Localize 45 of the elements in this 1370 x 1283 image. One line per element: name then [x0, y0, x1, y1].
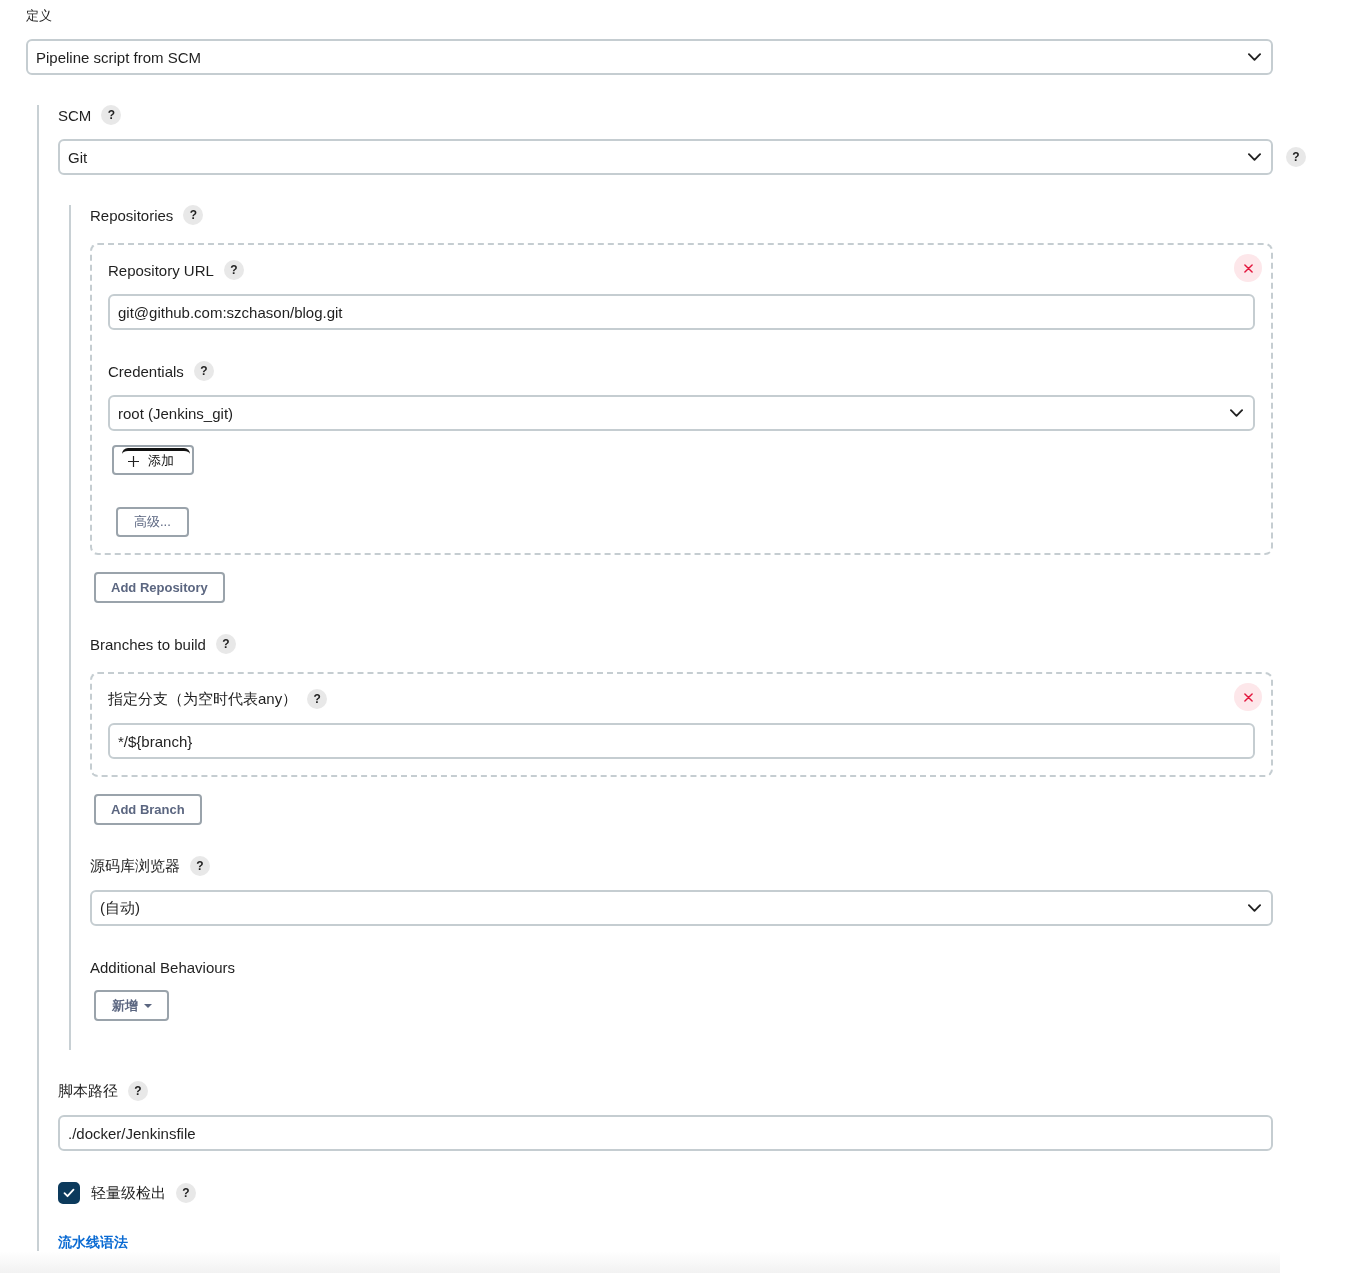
chevron-down-icon — [1230, 409, 1243, 417]
advanced-button[interactable]: 高级... — [116, 507, 189, 537]
branch-input[interactable]: */${branch} — [108, 723, 1255, 759]
add-branch-button[interactable]: Add Branch — [94, 794, 202, 825]
help-button[interactable]: ? — [176, 1183, 196, 1203]
browser-select[interactable]: (自动) — [90, 890, 1273, 926]
help-button[interactable]: ? — [1286, 147, 1306, 167]
field-label: 定义 — [26, 7, 52, 24]
help-button[interactable]: ? — [128, 1081, 148, 1101]
field-label: Repository URL — [108, 261, 214, 279]
help-button[interactable]: ? — [223, 260, 244, 280]
chevron-down-icon — [1248, 153, 1261, 161]
checkbox-label: 轻量级检出 — [91, 1183, 166, 1203]
field-label: Repositories — [90, 206, 174, 224]
add-repository-button[interactable]: Add Repository — [94, 572, 225, 603]
delete-button[interactable] — [1234, 683, 1262, 711]
help-button[interactable]: ? — [193, 361, 214, 381]
field-label: Credentials — [108, 362, 184, 380]
field-label: Additional Behaviours — [90, 958, 236, 976]
field-label: 源码库浏览器 — [90, 856, 180, 876]
add-behaviour-button[interactable]: 新增 — [94, 990, 169, 1021]
delete-button[interactable] — [1234, 254, 1262, 282]
url-input[interactable]: git@github.com:szchason/blog.git — [108, 294, 1255, 330]
checkbox[interactable] — [58, 1182, 80, 1204]
help-button[interactable]: ? — [215, 634, 236, 654]
credentials-select[interactable]: root (Jenkins_git) — [108, 395, 1255, 431]
chevron-down-icon — [1248, 53, 1261, 61]
help-button[interactable]: ? — [101, 105, 122, 125]
pipeline-syntax-link[interactable]: 流水线语法 — [58, 1233, 128, 1251]
help-button[interactable]: ? — [190, 856, 210, 876]
definition-select[interactable]: Pipeline script from SCM — [26, 39, 1273, 75]
chevron-down-icon — [1248, 904, 1261, 912]
plus-icon — [128, 455, 139, 467]
add-button[interactable]: 添加 — [112, 445, 194, 475]
field-label: 指定分支（为空时代表any） — [108, 689, 298, 709]
field-label: 脚本路径 — [58, 1081, 118, 1101]
help-button[interactable]: ? — [183, 205, 204, 225]
close-icon — [1243, 692, 1253, 702]
field-label: SCM — [58, 106, 92, 124]
help-button[interactable]: ? — [307, 689, 328, 709]
caret-down-icon — [144, 1003, 152, 1008]
script-path-input[interactable]: ./docker/Jenkinsfile — [58, 1115, 1273, 1151]
field-label: Branches to build — [90, 635, 206, 653]
close-icon — [1243, 263, 1253, 273]
scm-select[interactable]: Git — [58, 139, 1273, 175]
